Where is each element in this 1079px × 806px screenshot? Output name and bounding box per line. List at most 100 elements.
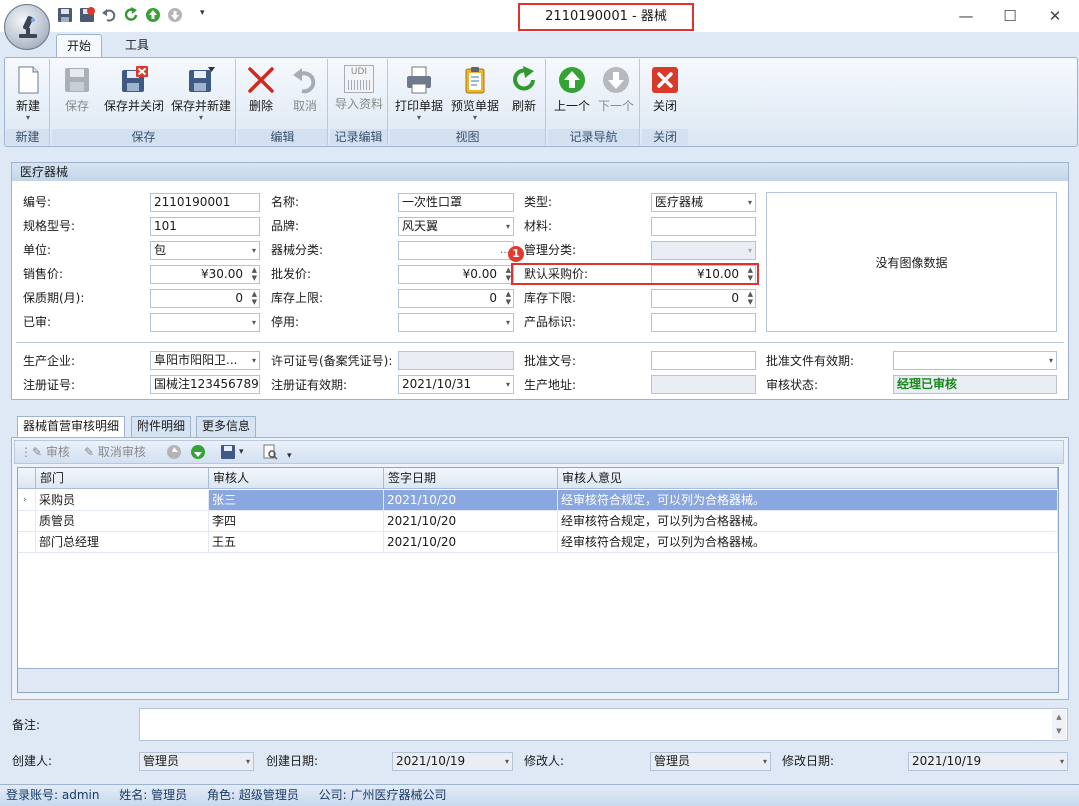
grid-down-icon[interactable]: [190, 444, 206, 460]
table-row[interactable]: 部门总经理 王五 2021/10/20 经审核符合规定，可以列为合格器械。: [18, 532, 1058, 553]
approval-no-label: 批准文号:: [524, 354, 577, 368]
disabled-select[interactable]: ▾: [398, 313, 514, 332]
cancel-button[interactable]: 取消: [284, 61, 326, 123]
disabled-label: 停用:: [271, 315, 300, 329]
column-header-sign-date[interactable]: 签字日期: [384, 468, 558, 489]
type-select[interactable]: 医疗器械 ▾: [651, 193, 756, 212]
table-row[interactable]: › 采购员 张三 2021/10/20 经审核符合规定，可以列为合格器械。: [18, 490, 1058, 511]
scrollbar[interactable]: ▲ ▼: [1052, 710, 1066, 739]
stock-max-field[interactable]: 0 ▲ ▼: [398, 289, 514, 308]
minimize-button[interactable]: —: [944, 4, 988, 28]
udi-barcode-icon: UDI: [344, 65, 374, 93]
approval-no-field[interactable]: [651, 351, 756, 370]
license-field[interactable]: [398, 351, 514, 370]
approval-valid-select[interactable]: ▾: [893, 351, 1057, 370]
quick-access-customize-icon[interactable]: ▾: [200, 8, 205, 18]
material-field[interactable]: [651, 217, 756, 236]
toolbar-overflow-icon[interactable]: ▾: [287, 448, 292, 464]
spin-icon: ▲ ▼: [251, 290, 257, 306]
app-menu-button[interactable]: [4, 4, 50, 50]
chevron-down-icon: ▾: [747, 246, 752, 255]
spec-label: 规格型号:: [23, 219, 76, 233]
group-record-edit: UDI 导入资料 记录编辑: [330, 59, 388, 145]
audit-status-field: 经理已审核: [893, 375, 1057, 394]
delete-x-icon: [248, 67, 274, 93]
stock-min-field[interactable]: 0 ▲ ▼: [651, 289, 756, 308]
group-new: 新建 ▾ 新建: [6, 59, 50, 145]
creator-select[interactable]: 管理员 ▾: [139, 752, 254, 771]
refresh-icon[interactable]: [123, 7, 141, 25]
grid-search-icon[interactable]: [262, 444, 278, 460]
save-button[interactable]: 保存: [54, 61, 100, 123]
save-close-icon[interactable]: [79, 7, 97, 25]
save-and-close-button[interactable]: 保存并关闭: [102, 61, 166, 123]
grid-up-icon[interactable]: [166, 444, 182, 460]
cancel-audit-button[interactable]: ✎ 取消审核: [84, 444, 146, 460]
maximize-button[interactable]: ☐: [988, 4, 1032, 28]
shelf-life-field[interactable]: 0 ▲ ▼: [150, 289, 260, 308]
modifier-select[interactable]: 管理员 ▾: [650, 752, 771, 771]
close-window-button[interactable]: ✕: [1033, 4, 1077, 28]
audited-select[interactable]: ▾: [150, 313, 260, 332]
row-selector-icon: ›: [18, 490, 36, 511]
undo-icon[interactable]: [101, 7, 119, 25]
import-data-button[interactable]: UDI 导入资料: [330, 61, 388, 123]
table-row[interactable]: 质管员 李四 2021/10/20 经审核符合规定，可以列为合格器械。: [18, 511, 1058, 532]
save-and-new-button[interactable]: 保存并新建 ▾: [168, 61, 234, 123]
brand-select[interactable]: 风天翼 ▾: [398, 217, 514, 236]
manufacturer-select[interactable]: 阜阳市阳阳卫... ▾: [150, 351, 260, 370]
group-save: 保存 保存并关闭 保存并新建 ▾ 保存: [52, 59, 236, 145]
column-header-auditor[interactable]: 审核人: [209, 468, 384, 489]
tab-more-info[interactable]: 更多信息: [196, 416, 257, 437]
create-date-select[interactable]: 2021/10/19 ▾: [392, 752, 513, 771]
column-header-opinion[interactable]: 审核人意见: [558, 468, 1058, 489]
address-field[interactable]: [651, 375, 756, 394]
spec-field[interactable]: 101: [150, 217, 260, 236]
license-label: 许可证号(备案凭证号):: [271, 354, 393, 368]
spin-icon: ▲ ▼: [505, 290, 511, 306]
row-selector: [18, 532, 36, 553]
image-placeholder[interactable]: 没有图像数据: [766, 192, 1057, 332]
tab-attachments[interactable]: 附件明细: [131, 416, 192, 437]
purchase-price-highlight: [511, 263, 759, 285]
product-id-field[interactable]: [651, 313, 756, 332]
group-view: 打印单据 ▾ 预览单据 ▾ 刷新 视图: [390, 59, 546, 145]
status-account: 登录账号: admin: [6, 788, 100, 802]
save-icon[interactable]: [57, 7, 75, 25]
section-title: 医疗器械: [12, 163, 1068, 181]
wholesale-price-field[interactable]: ¥0.00 ▲ ▼: [398, 265, 514, 284]
tab-tools[interactable]: 工具: [114, 34, 160, 58]
up-circle-icon[interactable]: [145, 7, 163, 25]
tab-audit-detail[interactable]: 器械首营审核明细: [17, 416, 126, 438]
unit-select[interactable]: 包 ▾: [150, 241, 260, 260]
up-arrow-circle-icon: [559, 67, 585, 93]
grid-save-icon[interactable]: [220, 444, 236, 460]
down-circle-icon[interactable]: [167, 7, 185, 25]
code-field[interactable]: 2110190001: [150, 193, 260, 212]
close-button[interactable]: 关闭: [642, 61, 688, 123]
tab-home[interactable]: 开始: [56, 34, 102, 58]
shelf-life-label: 保质期(月):: [23, 291, 85, 305]
previous-button[interactable]: 上一个: [550, 61, 594, 123]
remark-textarea[interactable]: ▲ ▼: [139, 708, 1068, 741]
mgmt-category-select[interactable]: ▾: [651, 241, 756, 260]
name-field[interactable]: 一次性口罩: [398, 193, 514, 212]
chevron-down-icon[interactable]: ▾: [239, 444, 244, 460]
group-close: 关闭 关闭: [642, 59, 688, 145]
category-picker[interactable]: …: [398, 241, 514, 260]
delete-button[interactable]: 删除: [240, 61, 282, 123]
modify-date-label: 修改日期:: [782, 754, 835, 768]
column-header-department[interactable]: 部门: [36, 468, 209, 489]
modify-date-select[interactable]: 2021/10/19 ▾: [908, 752, 1068, 771]
sale-price-field[interactable]: ¥30.00 ▲ ▼: [150, 265, 260, 284]
preview-button[interactable]: 预览单据 ▾: [448, 61, 502, 123]
audit-button[interactable]: ✎ 审核: [32, 444, 70, 460]
print-button[interactable]: 打印单据 ▾: [392, 61, 446, 123]
next-button[interactable]: 下一个: [594, 61, 638, 123]
new-button[interactable]: 新建 ▾: [6, 61, 50, 123]
reg-valid-select[interactable]: 2021/10/31 ▾: [398, 375, 514, 394]
refresh-button[interactable]: 刷新: [504, 61, 544, 123]
code-label: 编号:: [23, 195, 52, 209]
address-label: 生产地址:: [524, 378, 577, 392]
reg-no-field[interactable]: 国械注123456789: [150, 375, 260, 394]
